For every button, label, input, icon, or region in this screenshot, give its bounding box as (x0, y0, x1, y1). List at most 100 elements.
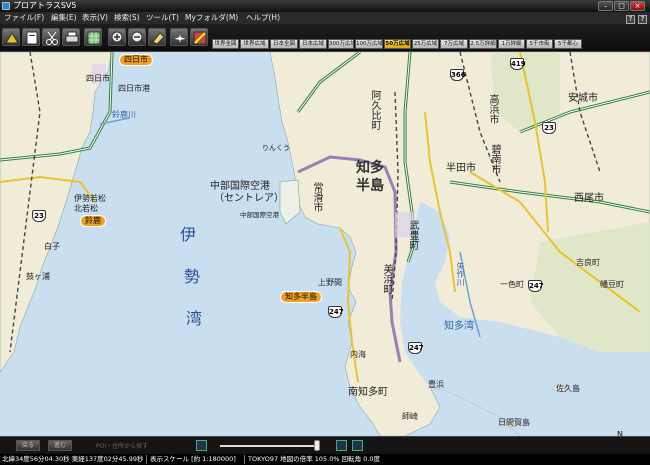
route-419: 419 (510, 58, 526, 70)
route-23-east: 23 (542, 122, 556, 134)
scale-100man[interactable]: 100万広域 (355, 39, 383, 49)
label-hekinan: 碧南市 (489, 144, 500, 174)
scale-7man[interactable]: 7万広域 (440, 39, 468, 49)
scale-1man[interactable]: 1万詳細 (498, 39, 525, 49)
scale-50man[interactable]: 50万広域 (384, 39, 411, 49)
zoom-slider-track[interactable] (220, 445, 320, 447)
menu-help[interactable]: ヘルプ(H) (246, 12, 280, 24)
label-centrair-1: 中部国際空港 (210, 181, 270, 192)
label-mihama: 美浜町 (381, 264, 392, 294)
label-chitawan: 知多湾 (444, 321, 474, 332)
label-agui: 阿久比町 (369, 90, 380, 130)
forward-button[interactable]: 進む (48, 440, 72, 451)
label-rinku: りんくう (262, 144, 290, 152)
label-ise-wakamatsu: 伊勢若松 (74, 194, 106, 203)
status-bar: 北緯34度56分04.30秒 東経137度02分45.99秒 表示スケール [約… (0, 454, 650, 465)
map-base (0, 52, 650, 436)
scale-japan-wide[interactable]: 日本広域 (299, 39, 327, 49)
menu-search[interactable]: 検索(S) (114, 12, 140, 24)
scale-world-all[interactable]: 世界全図 (212, 39, 239, 49)
label-taketoyo: 武豊町 (407, 220, 418, 250)
app-window: プロアトラスSV5 – □ × ファイル(F) 編集(E) 表示(V) 検索(S… (0, 0, 650, 465)
route-247-b: 247 (408, 342, 424, 354)
label-himakajima: 日間賀島 (498, 418, 530, 427)
zoom-out-icon[interactable] (128, 28, 146, 46)
label-utsumi: 内海 (350, 350, 366, 359)
scissors-icon[interactable] (42, 28, 60, 46)
app-icon (2, 2, 10, 10)
route-icon[interactable] (2, 28, 20, 46)
3d-view-icon[interactable] (336, 440, 347, 451)
label-nishio: 西尾市 (574, 193, 604, 204)
label-centrair-station: 中部国際空港 (240, 211, 279, 219)
scale-5sen-center[interactable]: 5千都心 (554, 39, 582, 49)
badge-chita-hanto[interactable]: 知多半島 (280, 291, 322, 303)
scale-5sen-city[interactable]: 5千市街 (526, 39, 553, 49)
zoom-in-icon[interactable] (108, 28, 126, 46)
scale-2_5man[interactable]: 2.5万詳細 (469, 39, 497, 49)
status-separator (146, 455, 147, 464)
label-centrair-2: （セントレア） (214, 193, 284, 204)
label-kaminoma: 上野間 (318, 278, 342, 287)
route-366: 366 (450, 69, 466, 81)
title-bar: プロアトラスSV5 – □ × (0, 0, 650, 12)
label-tokoname: 常滑市 (311, 182, 322, 212)
route-247-a: 247 (328, 306, 344, 318)
scale-world-wide[interactable]: 世界広域 (240, 39, 269, 49)
menu-edit[interactable]: 編集(E) (51, 12, 77, 24)
menu-view[interactable]: 表示(V) (82, 12, 108, 24)
label-chita-peninsula-2: 半島 (356, 178, 384, 194)
satellite-icon[interactable] (190, 28, 208, 46)
printer-icon[interactable] (62, 28, 80, 46)
label-suzukagawa: 鈴鹿川 (112, 110, 136, 119)
scale-japan-all[interactable]: 日本全図 (270, 39, 298, 49)
map-grid-icon[interactable] (84, 28, 102, 46)
route-247-c: 247 (528, 280, 544, 292)
print-preview-icon[interactable] (22, 28, 40, 46)
label-handa: 半田市 (446, 163, 476, 174)
label-ise-3: 湾 (186, 309, 203, 328)
window-title: プロアトラスSV5 (13, 1, 77, 10)
zoom-slider-thumb[interactable] (314, 440, 320, 451)
badge-suzuka[interactable]: 鈴鹿 (80, 215, 106, 227)
label-takahama: 高浜市 (487, 94, 498, 124)
label-kanbe: 鼓ヶ浦 (26, 272, 50, 281)
menu-myfolder[interactable]: Myフォルダ(M) (185, 12, 238, 24)
navigation-bar: 戻る 進む POI・住所から探す (0, 436, 650, 454)
label-chita-peninsula-1: 知多 (356, 160, 384, 176)
route-23-west: 23 (32, 210, 46, 222)
label-hazu: 幡豆町 (600, 280, 624, 289)
status-scale: 表示スケール [約 1:180000] (150, 455, 236, 463)
compass-icon[interactable]: N (605, 428, 635, 436)
label-anjo: 安城市 (568, 93, 598, 104)
toolbar: 世界全図 世界広域 日本全図 日本広域 300万広域 100万広域 50万広域 … (0, 24, 650, 52)
back-button[interactable]: 戻る (16, 440, 40, 451)
label-sakushima: 佐久島 (556, 384, 580, 393)
label-yahagi: 矢作川 (456, 262, 465, 286)
label-minamichita: 南知多町 (348, 387, 388, 398)
airplane-icon[interactable] (170, 28, 188, 46)
whatsthis-icon[interactable]: ? (626, 15, 635, 24)
close-button[interactable]: × (630, 1, 645, 11)
eraser-icon[interactable] (148, 28, 166, 46)
maximize-button[interactable]: □ (614, 1, 629, 11)
status-separator (244, 455, 245, 464)
minimize-button[interactable]: – (598, 1, 613, 11)
label-morozaki: 師崎 (402, 412, 418, 421)
menu-tools[interactable]: ツール(T) (146, 12, 179, 24)
label-isshiki: 一色町 (500, 280, 524, 289)
badge-yokkaichi[interactable]: 四日市 (119, 54, 153, 66)
help-icon[interactable]: ? (638, 15, 647, 24)
satellite-view-icon[interactable] (352, 440, 363, 451)
label-toyohama: 豊浜 (428, 380, 444, 389)
label-kira: 吉良町 (576, 258, 600, 267)
label-yokkaichi-port: 四日市港 (118, 84, 150, 93)
map-view[interactable]: 四日市 四日市 四日市港 鈴鹿川 伊勢若松 北若松 鈴鹿 白子 鼓ヶ浦 伊 勢 … (0, 52, 650, 436)
menu-file[interactable]: ファイル(F) (4, 12, 44, 24)
layer-icon[interactable] (196, 440, 207, 451)
scale-300man[interactable]: 300万広域 (328, 39, 354, 49)
label-ise-1: 伊 (180, 225, 197, 244)
label-yokkaichi: 四日市 (86, 74, 110, 83)
scale-25man[interactable]: 25万広域 (412, 39, 439, 49)
poi-search-hint: POI・住所から探す (96, 443, 149, 450)
